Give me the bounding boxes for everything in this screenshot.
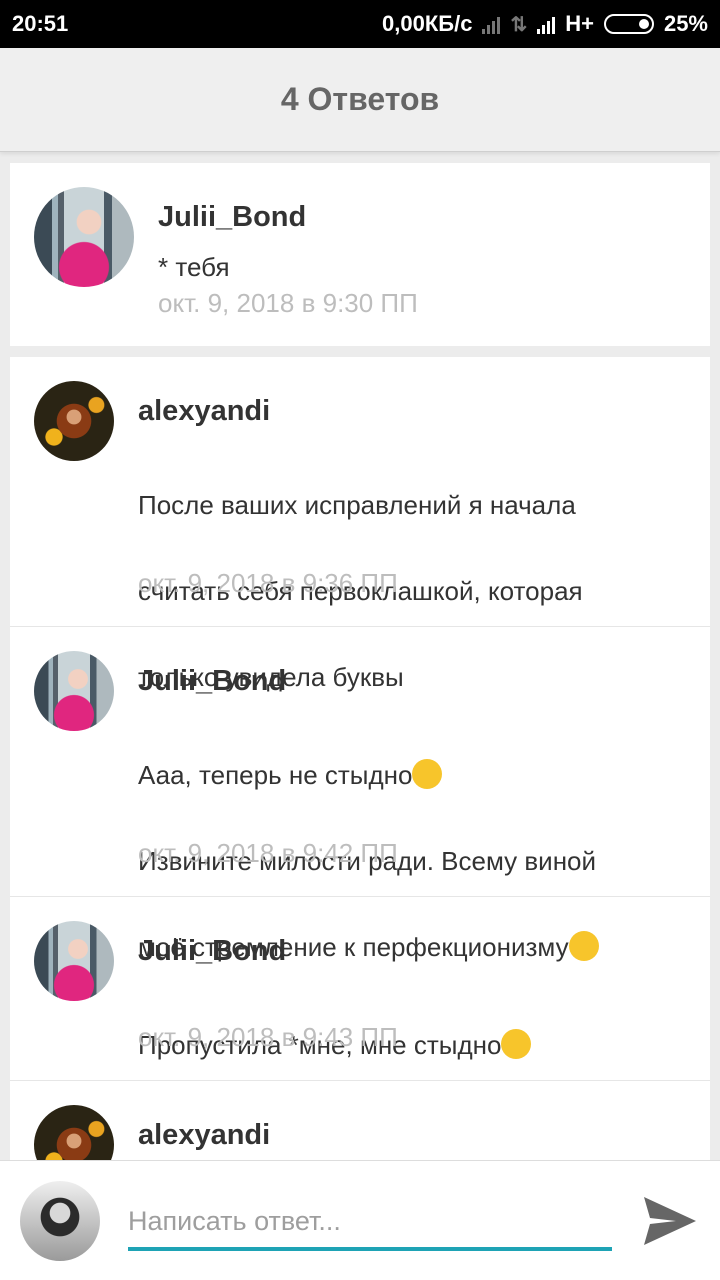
divider [10,896,710,897]
replies-list[interactable]: alexyandi После ваших исправлений я нача… [10,357,710,1167]
network-speed: 0,00КБ/с [382,11,473,36]
status-indicators: 0,00КБ/с ⇅ H+ 25% [382,11,708,37]
avatar[interactable] [34,651,114,731]
signal-icon-2 [537,14,556,34]
comment-author[interactable]: alexyandi [138,395,270,428]
comment-author[interactable]: Julii_Bond [138,665,286,698]
flushed-emoji-icon [412,759,443,789]
avatar[interactable] [34,1105,114,1167]
thinking-emoji-icon [501,1029,532,1059]
status-bar: 20:51 0,00КБ/с ⇅ H+ 25% [0,0,720,48]
comment-line: После ваших исправлений я начала [138,490,576,520]
comment-text: * тебя [158,252,230,282]
signal-icon [482,14,501,34]
comment-line: Ааа, теперь не стыдно [138,760,413,790]
avatar[interactable] [34,921,114,1001]
send-icon [644,1197,696,1245]
battery-percent: 25% [663,11,708,36]
app-bar: 4 Ответов [0,48,720,152]
data-transfer-icon: ⇅ [510,13,528,36]
reply-input[interactable] [128,1195,612,1251]
comment-date: окт. 9, 2018 в 9:42 ПП [138,838,398,868]
avatar[interactable] [34,187,134,287]
comment-date: окт. 9, 2018 в 9:36 ПП [138,568,398,598]
divider [10,1080,710,1081]
comment-date: окт. 9, 2018 в 9:30 ПП [158,288,418,318]
avatar[interactable] [34,381,114,461]
status-time: 20:51 [12,11,69,36]
comment-date: окт. 9, 2018 в 9:43 ПП [138,1022,398,1052]
wink-emoji-icon [568,931,599,961]
divider [10,626,710,627]
parent-comment-card: Julii_Bond * тебя окт. 9, 2018 в 9:30 ПП [10,163,710,346]
page-title: 4 Ответов [280,81,440,117]
comment-author[interactable]: alexyandi [138,1119,270,1152]
network-type: H+ [565,11,594,36]
battery-icon [603,14,654,34]
reply-composer [0,1160,720,1280]
send-button[interactable] [640,1191,700,1251]
current-user-avatar [20,1181,100,1261]
comment-author[interactable]: Julii_Bond [138,935,286,968]
comment-author[interactable]: Julii_Bond [158,201,306,234]
